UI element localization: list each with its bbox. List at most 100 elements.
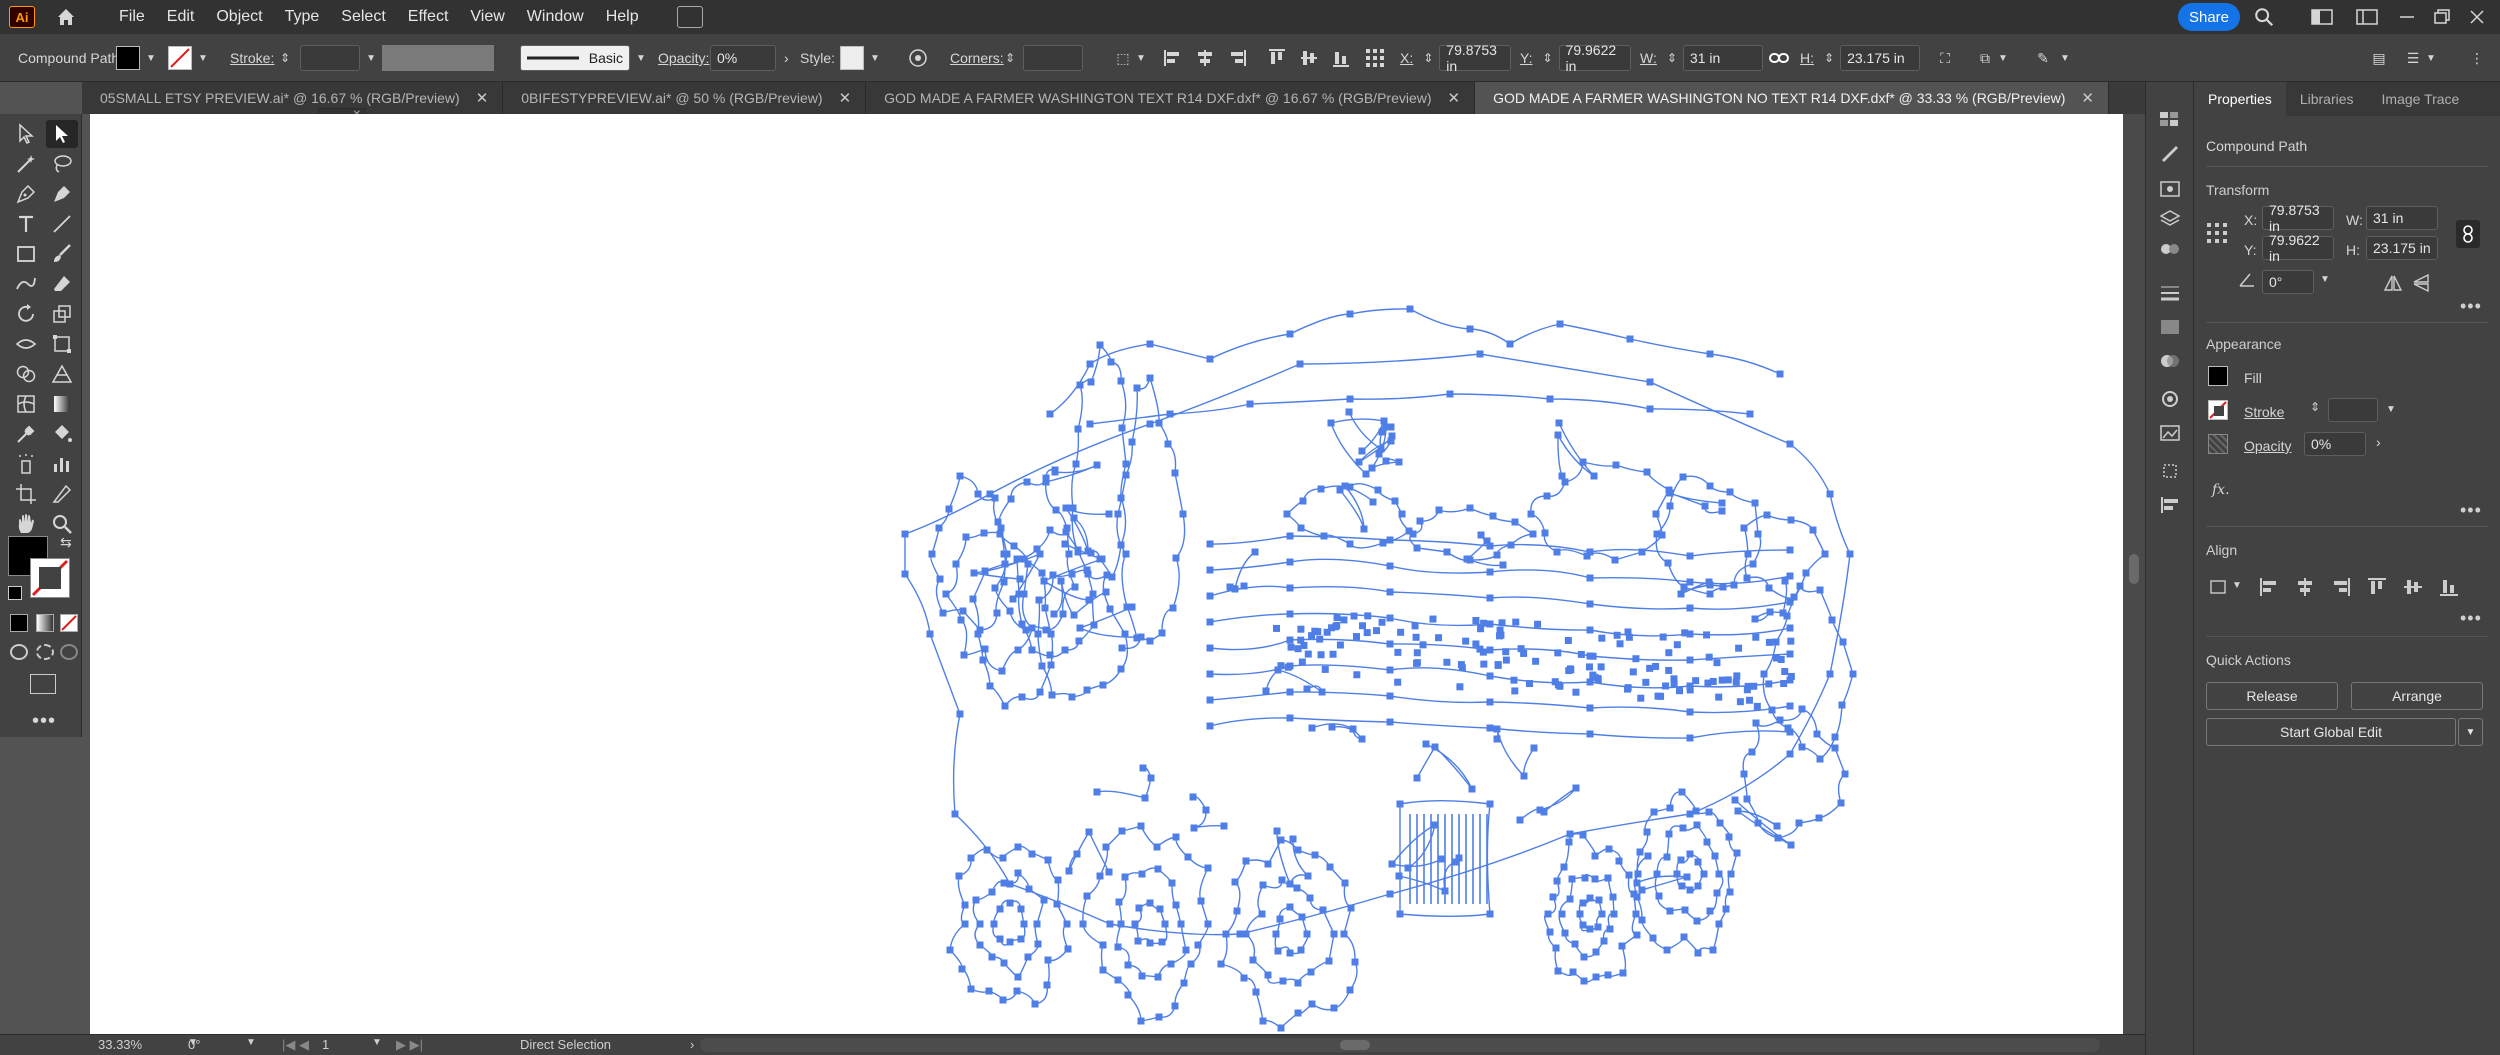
chevron-down-icon[interactable]: ▼: [146, 53, 156, 64]
vertical-scrollbar[interactable]: [2123, 114, 2145, 1034]
arrange-documents-icon[interactable]: [676, 6, 703, 28]
start-global-edit-button[interactable]: Start Global Edit: [2206, 718, 2456, 746]
constrain-proportions-icon[interactable]: [2456, 220, 2480, 248]
h-field[interactable]: 23.175 in: [1840, 45, 1921, 71]
isolate-icon[interactable]: ⧉: [1972, 45, 1998, 71]
align-right-icon[interactable]: [1224, 45, 1250, 71]
document-tab[interactable]: GOD MADE A FARMER WASHINGTON TEXT R14 DX…: [866, 82, 1476, 114]
stepper-icon[interactable]: ⇕: [1423, 51, 1433, 65]
align-left-icon[interactable]: [1160, 45, 1186, 71]
free-transform-tool-icon[interactable]: [46, 330, 78, 358]
more-icon[interactable]: ⋮: [2464, 45, 2490, 71]
swap-colors-icon[interactable]: ⇆: [60, 534, 72, 551]
opacity-field[interactable]: 0%: [710, 45, 776, 71]
rectangle-tool-icon[interactable]: [10, 240, 42, 268]
mesh-tool-icon[interactable]: [10, 390, 42, 418]
minimize-icon[interactable]: [2395, 6, 2419, 28]
menu-window[interactable]: Window: [527, 8, 584, 26]
close-icon[interactable]: ✕: [476, 89, 489, 107]
stroke-color-box[interactable]: [30, 558, 70, 598]
window-layout-icon[interactable]: [2355, 6, 2379, 28]
tab-image-trace[interactable]: Image Trace: [2368, 82, 2474, 116]
link-icon[interactable]: [1766, 45, 1792, 71]
flip-vertical-icon[interactable]: [2410, 272, 2432, 294]
pen-options-icon[interactable]: ✎: [2030, 45, 2056, 71]
brush-definition-field[interactable]: Basic: [520, 45, 630, 71]
none-mode-icon[interactable]: [60, 614, 78, 632]
menu-effect[interactable]: Effect: [408, 8, 449, 26]
menu-file[interactable]: File: [119, 8, 145, 26]
arrange-icon[interactable]: ☰: [2400, 45, 2426, 71]
column-graph-tool-icon[interactable]: [46, 450, 78, 478]
transparency-panel-icon[interactable]: [2158, 350, 2182, 372]
chevron-down-icon[interactable]: ▼: [1998, 53, 2008, 64]
reference-point-icon[interactable]: [2206, 222, 2228, 244]
opacity-label[interactable]: Opacity:: [658, 44, 709, 72]
last-artboard-icon[interactable]: ▶ ▶|: [396, 1037, 423, 1053]
stepper-icon[interactable]: ⇕: [1542, 51, 1552, 65]
share-button[interactable]: Share: [2178, 3, 2240, 31]
transform-icon[interactable]: ⛶: [1932, 45, 1958, 71]
fx-effects-icon[interactable]: fx.: [2212, 482, 2230, 498]
gradient-panel-icon[interactable]: [2158, 316, 2182, 338]
scrollbar-thumb[interactable]: [1340, 1040, 1370, 1050]
flip-horizontal-icon[interactable]: [2382, 272, 2404, 294]
arrange-button[interactable]: Arrange: [2351, 682, 2483, 710]
chevron-down-icon[interactable]: ▼: [2232, 580, 2242, 591]
align-right-icon[interactable]: [2330, 576, 2352, 598]
menu-select[interactable]: Select: [341, 8, 385, 26]
align-left-icon[interactable]: [2258, 576, 2280, 598]
stepper-icon[interactable]: ⇕: [1824, 51, 1834, 65]
eraser-tool-icon[interactable]: [46, 270, 78, 298]
chevron-down-icon[interactable]: ▼: [198, 53, 208, 64]
fill-swatch[interactable]: [116, 46, 140, 70]
chevron-down-icon[interactable]: ▼: [636, 53, 646, 64]
curvature-tool-icon[interactable]: [46, 180, 78, 208]
draw-behind-icon[interactable]: [36, 644, 54, 660]
symbol-sprayer-tool-icon[interactable]: [10, 450, 42, 478]
shape-builder-tool-icon[interactable]: [10, 360, 42, 388]
menu-help[interactable]: Help: [606, 8, 639, 26]
tab-libraries[interactable]: Libraries: [2286, 82, 2368, 116]
appearance-panel-icon[interactable]: [2158, 388, 2182, 410]
stroke-weight-field[interactable]: [300, 45, 361, 71]
align-horizontal-center-icon[interactable]: [2294, 576, 2316, 598]
graphic-style-swatch[interactable]: [840, 46, 864, 70]
stroke-label[interactable]: Stroke: [2244, 404, 2284, 420]
align-vertical-center-icon[interactable]: [2402, 576, 2424, 598]
direct-selection-tool-icon[interactable]: [46, 120, 78, 148]
chevron-right-icon[interactable]: ›: [2376, 434, 2381, 450]
shaper-tool-icon[interactable]: [10, 270, 42, 298]
stepper-icon[interactable]: ⇕: [2310, 400, 2320, 414]
more-options-icon[interactable]: •••: [2460, 500, 2482, 521]
graphic-styles-panel-icon[interactable]: [2158, 238, 2182, 260]
home-icon[interactable]: [53, 4, 79, 30]
document-tab[interactable]: 0BIFESTYPREVIEW.ai* @ 50 % (RGB/Preview)…: [503, 82, 867, 114]
rotate-tool-icon[interactable]: [10, 300, 42, 328]
line-segment-tool-icon[interactable]: [46, 210, 78, 238]
stroke-swatch[interactable]: [2208, 400, 2228, 420]
selection-tool-icon[interactable]: [10, 120, 42, 148]
restore-icon[interactable]: [2430, 6, 2454, 28]
menu-object[interactable]: Object: [216, 8, 262, 26]
search-icon[interactable]: [2252, 6, 2276, 28]
align-to-icon[interactable]: ⬚: [1110, 45, 1136, 71]
transform-h-field[interactable]: 23.175 in: [2366, 236, 2438, 260]
stroke-label[interactable]: Stroke:: [230, 44, 274, 72]
variable-width-profile[interactable]: [382, 45, 494, 71]
chevron-down-icon[interactable]: ▼: [366, 53, 376, 64]
image-trace-panel-icon[interactable]: [2158, 422, 2182, 444]
stepper-icon[interactable]: ⇕: [1667, 51, 1677, 65]
paintbrush-tool-icon[interactable]: [46, 240, 78, 268]
chevron-right-icon[interactable]: ›: [784, 50, 789, 66]
gradient-mode-icon[interactable]: [36, 614, 54, 632]
width-tool-icon[interactable]: [10, 330, 42, 358]
align-panel-icon[interactable]: [2158, 494, 2182, 516]
opacity-label[interactable]: Opacity: [2244, 438, 2291, 454]
hand-tool-icon[interactable]: [10, 510, 42, 538]
chevron-down-icon[interactable]: ▼: [2386, 404, 2396, 415]
artboard-number[interactable]: 1: [322, 1037, 329, 1052]
global-edit-options-button[interactable]: ▼: [2458, 718, 2483, 746]
menu-edit[interactable]: Edit: [167, 8, 195, 26]
stepper-icon[interactable]: ⇕: [1005, 51, 1015, 65]
